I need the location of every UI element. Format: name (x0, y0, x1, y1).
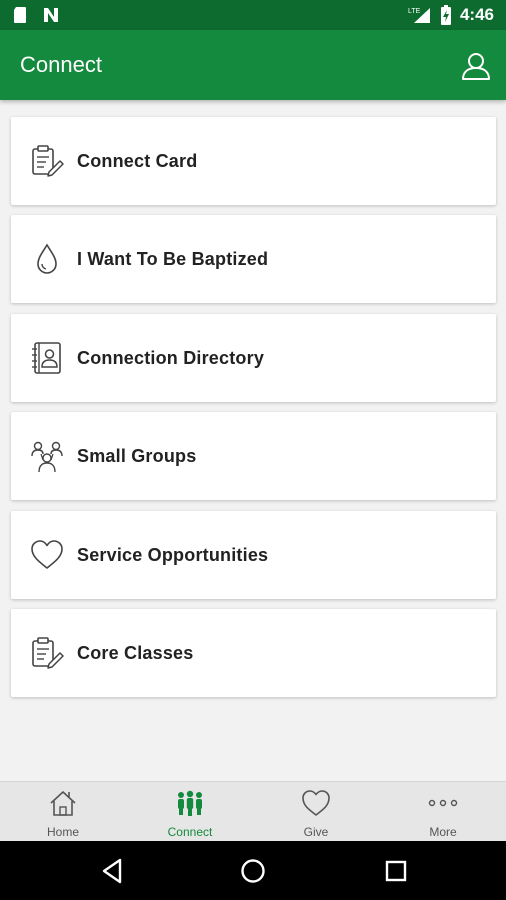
menu-item-label: Connect Card (77, 151, 198, 171)
clipboard-edit-icon (32, 637, 64, 669)
menu-item-service-opportunities[interactable]: Service Opportunities (11, 511, 496, 599)
nav-more[interactable]: More (380, 782, 506, 842)
svg-text:LTE: LTE (408, 8, 421, 15)
nav-label: Connect (167, 825, 213, 839)
home-icon (50, 791, 76, 816)
status-time: 4:46 (459, 5, 494, 24)
bottom-nav: Home Connect Give More (0, 781, 506, 841)
heart-icon (302, 790, 330, 816)
nav-label: Give (303, 825, 329, 839)
address-book-icon (32, 342, 61, 374)
recents-icon[interactable] (381, 856, 411, 886)
notification-n-icon (44, 8, 58, 22)
menu-item-label: Service Opportunities (77, 545, 269, 565)
menu-item-baptized[interactable]: I Want To Be Baptized (11, 215, 496, 303)
sd-card-icon (14, 7, 26, 23)
clipboard-edit-icon (32, 145, 64, 177)
page-title: Connect (20, 52, 102, 77)
status-bar: LTE 4:46 (0, 0, 506, 30)
menu-item-small-groups[interactable]: Small Groups (11, 412, 496, 500)
back-icon[interactable] (98, 856, 128, 886)
app-bar: Connect (0, 30, 506, 100)
lte-signal-icon: LTE (408, 8, 430, 23)
people-icon (178, 790, 202, 816)
home-circle-icon[interactable] (238, 856, 268, 886)
group-people-icon (31, 441, 63, 473)
menu-item-label: Small Groups (77, 446, 197, 466)
heart-icon (31, 540, 63, 569)
nav-connect[interactable]: Connect (127, 782, 253, 842)
nav-label: More (429, 825, 457, 839)
nav-give[interactable]: Give (253, 782, 379, 842)
person-icon[interactable] (460, 50, 492, 82)
menu-item-label: I Want To Be Baptized (77, 249, 269, 269)
menu-item-connect-card[interactable]: Connect Card (11, 117, 496, 205)
menu-item-label: Connection Directory (77, 348, 265, 368)
more-dots-icon (428, 799, 458, 807)
water-drop-icon (37, 243, 57, 274)
menu-item-label: Core Classes (77, 643, 194, 663)
system-nav-bar (0, 841, 506, 900)
battery-charging-icon (440, 5, 451, 25)
nav-home[interactable]: Home (0, 782, 126, 842)
menu-item-connection-directory[interactable]: Connection Directory (11, 314, 496, 402)
menu-item-core-classes[interactable]: Core Classes (11, 609, 496, 697)
nav-label: Home (46, 825, 79, 839)
